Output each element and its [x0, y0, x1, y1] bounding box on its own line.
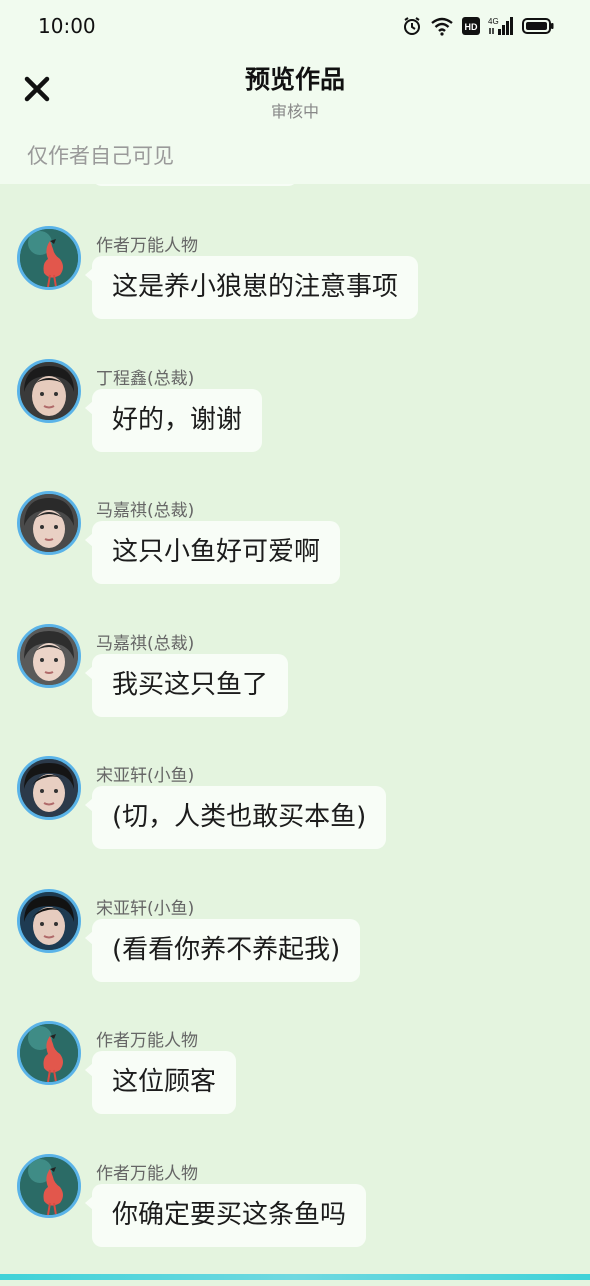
sender-name: 宋亚轩(小鱼)	[96, 894, 194, 919]
message-bubble[interactable]: 我买这只鱼了	[92, 654, 288, 717]
message-bubble[interactable]: 你确定要买这条鱼吗	[92, 1184, 366, 1247]
message-bubble[interactable]: 这位顾客	[92, 1051, 236, 1114]
message-bubble[interactable]: 这只小鱼好可爱啊	[92, 521, 340, 584]
review-status: 审核中	[0, 98, 590, 122]
portrait-icon	[20, 759, 78, 817]
wifi-icon	[430, 16, 454, 36]
sender-name: 马嘉祺(总裁)	[96, 496, 194, 521]
message-list[interactable]: 作者万能人物 这是养小狼崽的注意事项 丁程鑫(总裁) 好的，谢谢	[0, 226, 590, 1286]
portrait-icon	[20, 494, 78, 552]
message-item: 作者万能人物 这位顾客	[0, 1021, 590, 1154]
message-item: 宋亚轩(小鱼) (切，人类也敢买本鱼)	[0, 756, 590, 889]
portrait-avatar[interactable]	[17, 359, 81, 423]
sender-name: 作者万能人物	[96, 231, 198, 256]
status-time: 10:00	[38, 14, 96, 38]
message-item: 马嘉祺(总裁) 这只小鱼好可爱啊	[0, 491, 590, 624]
sender-name: 丁程鑫(总裁)	[96, 364, 194, 389]
portrait-icon	[20, 627, 78, 685]
flamingo-icon	[20, 1157, 78, 1215]
portrait-avatar[interactable]	[17, 756, 81, 820]
message-bubble[interactable]: (看看你养不养起我)	[92, 919, 360, 982]
hd-icon: HD	[462, 17, 480, 35]
flamingo-avatar[interactable]	[17, 1021, 81, 1085]
top-bar: 10:00 HD 4G	[0, 0, 590, 184]
sender-name: 作者万能人物	[96, 1159, 198, 1184]
message-item: 作者万能人物 这是养小狼崽的注意事项	[0, 226, 590, 359]
battery-icon	[522, 17, 554, 35]
message-item: 作者万能人物 你确定要买这条鱼吗	[0, 1154, 590, 1286]
alarm-icon	[402, 16, 422, 36]
flamingo-avatar[interactable]	[17, 1154, 81, 1218]
message-item: 宋亚轩(小鱼) (看看你养不养起我)	[0, 889, 590, 1022]
message-bubble[interactable]: 好的，谢谢	[92, 389, 262, 452]
portrait-avatar[interactable]	[17, 889, 81, 953]
status-icons: HD 4G	[402, 14, 554, 38]
flamingo-avatar[interactable]	[17, 226, 81, 290]
network-label: 4G	[488, 17, 499, 26]
message-bubble[interactable]: 这是养小狼崽的注意事项	[92, 256, 418, 319]
message-item: 丁程鑫(总裁) 好的，谢谢	[0, 359, 590, 492]
cellular-signal-icon: 4G	[488, 16, 514, 36]
page-title: 预览作品	[0, 60, 590, 96]
sender-name: 宋亚轩(小鱼)	[96, 761, 194, 786]
message-item: 马嘉祺(总裁) 我买这只鱼了	[0, 624, 590, 757]
sender-name: 作者万能人物	[96, 1026, 198, 1051]
bottom-toolbar-edge	[0, 1274, 590, 1280]
sender-name: 马嘉祺(总裁)	[96, 629, 194, 654]
portrait-icon	[20, 362, 78, 420]
flamingo-icon	[20, 1024, 78, 1082]
portrait-icon	[20, 892, 78, 950]
portrait-avatar[interactable]	[17, 624, 81, 688]
message-bubble[interactable]: (切，人类也敢买本鱼)	[92, 786, 386, 849]
visibility-note: 仅作者自己可见	[27, 140, 174, 170]
flamingo-icon	[20, 229, 78, 287]
hd-label: HD	[465, 22, 478, 32]
portrait-avatar[interactable]	[17, 491, 81, 555]
